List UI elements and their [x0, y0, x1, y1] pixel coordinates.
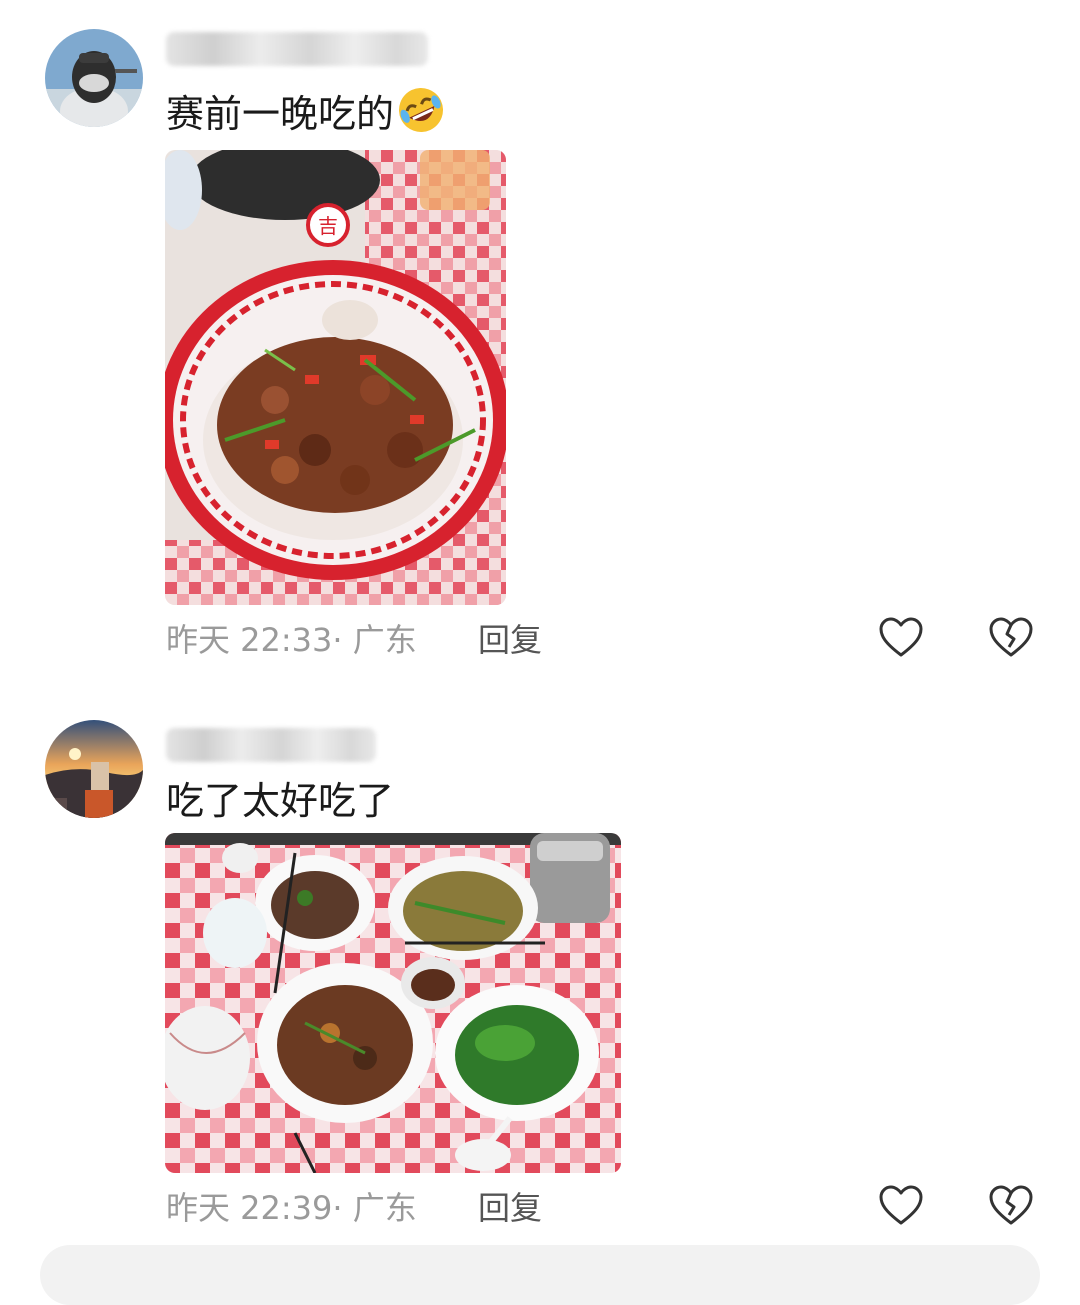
- comment-photo[interactable]: [165, 833, 621, 1173]
- rofl-emoji-icon: [396, 85, 446, 148]
- comment-text: 赛前一晚吃的: [166, 85, 446, 148]
- reply-button[interactable]: 回复: [478, 1188, 542, 1228]
- username[interactable]: [166, 728, 376, 762]
- comment-text: 吃了太好吃了: [166, 779, 395, 823]
- broken-heart-icon[interactable]: [987, 1182, 1035, 1230]
- svg-text:吉: 吉: [318, 214, 338, 238]
- comment-item: 赛前一晚吃的 吉 昨天 22:33· 广东 回复: [0, 0, 1080, 680]
- comment-meta: 昨天 22:33· 广东: [166, 620, 417, 660]
- comment-meta: 昨天 22:39· 广东: [166, 1188, 417, 1228]
- comment-time: 昨天 22:33: [166, 621, 333, 659]
- avatar[interactable]: [45, 720, 143, 818]
- comment-item: 吃了太好吃了 昨天 22:39· 广东 回复: [0, 680, 1080, 1240]
- comment-location: 广东: [352, 621, 417, 659]
- heart-outline-icon[interactable]: [877, 614, 925, 662]
- reply-button[interactable]: 回复: [478, 620, 542, 660]
- comment-input-bar[interactable]: [40, 1245, 1040, 1305]
- separator: ·: [332, 1189, 343, 1227]
- comment-time: 昨天 22:39: [166, 1189, 333, 1227]
- comment-photo[interactable]: 吉: [165, 150, 506, 605]
- username[interactable]: [166, 32, 428, 66]
- separator: ·: [332, 621, 343, 659]
- avatar[interactable]: [45, 29, 143, 127]
- heart-outline-icon[interactable]: [877, 1182, 925, 1230]
- broken-heart-icon[interactable]: [987, 614, 1035, 662]
- comment-location: 广东: [352, 1189, 417, 1227]
